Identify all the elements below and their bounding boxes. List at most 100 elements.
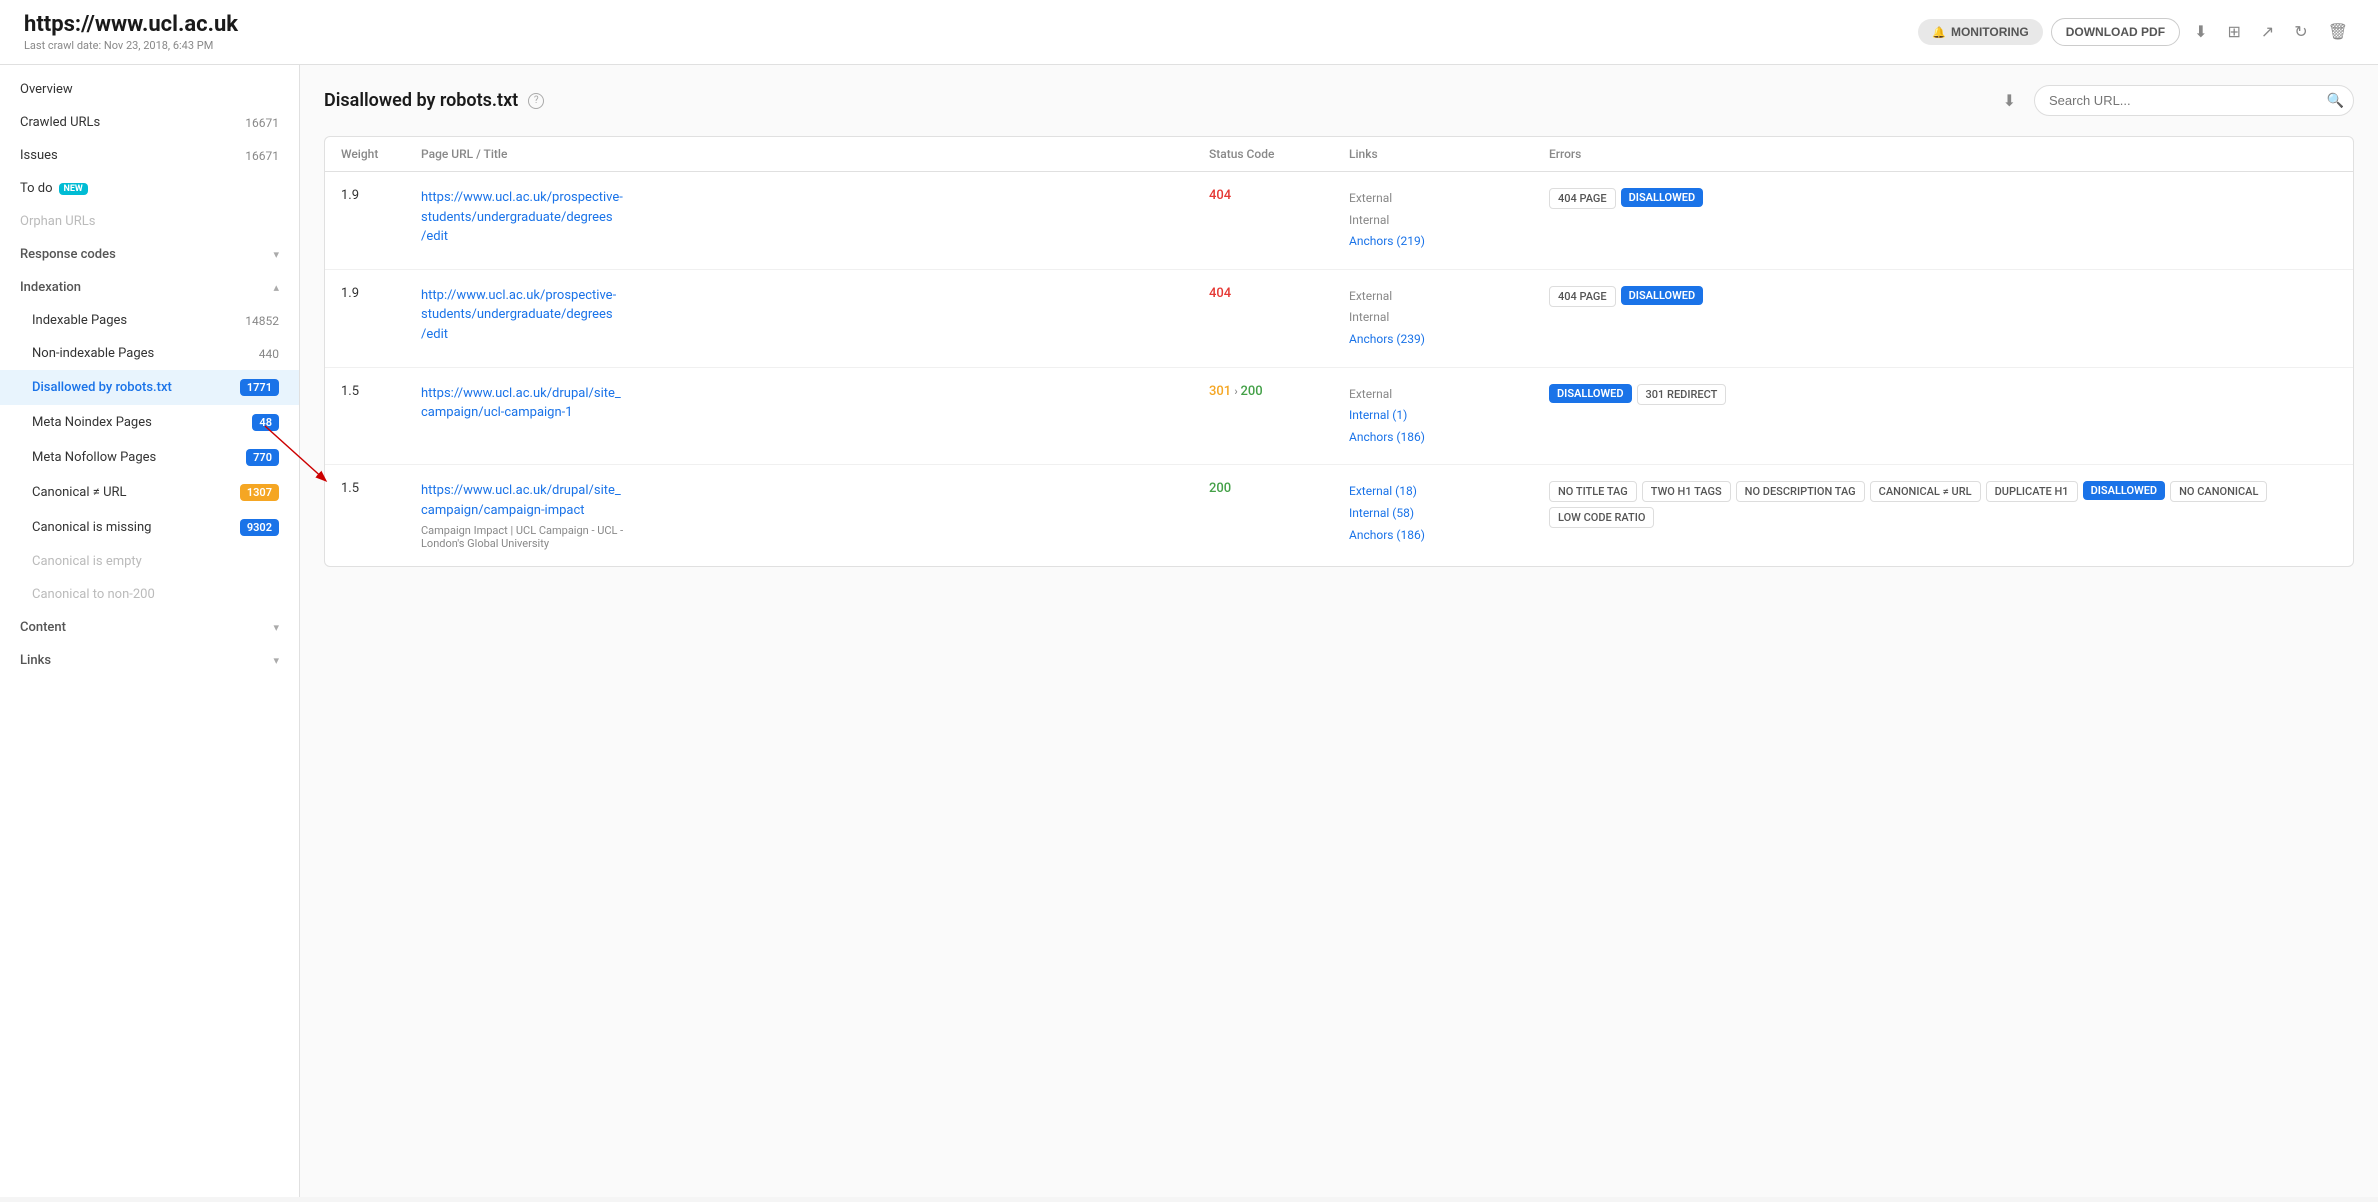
sidebar-item-issues[interactable]: Issues 16671	[0, 139, 299, 172]
link-anchors[interactable]: Anchors (186)	[1349, 528, 1425, 542]
sidebar-item-crawled-urls[interactable]: Crawled URLs 16671	[0, 106, 299, 139]
meta-nofollow-badge: 770	[246, 449, 279, 466]
table-row: 1.5 https://www.ucl.ac.uk/drupal/site_ca…	[325, 465, 2353, 566]
error-tag-disallowed: DISALLOWED	[2083, 481, 2166, 500]
sidebar-item-content[interactable]: Content ▾	[0, 611, 299, 644]
row-url: https://www.ucl.ac.uk/prospective-studen…	[421, 188, 1209, 247]
link-anchors[interactable]: Anchors (219)	[1349, 234, 1425, 248]
sidebar-item-canonical-missing[interactable]: Canonical is missing 9302	[0, 510, 299, 545]
sidebar-item-disallowed-robots[interactable]: Disallowed by robots.txt 1771	[0, 370, 299, 405]
search-button[interactable]: 🔍	[2327, 92, 2344, 109]
link-anchors[interactable]: Anchors (186)	[1349, 430, 1425, 444]
row-weight: 1.5	[341, 481, 421, 496]
meta-noindex-badge: 48	[252, 414, 279, 431]
sidebar-item-indexation[interactable]: Indexation ▴	[0, 271, 299, 304]
sidebar-item-response-codes[interactable]: Response codes ▾	[0, 238, 299, 271]
share-icon: ↗	[2261, 24, 2274, 41]
row-status: 301 › 200	[1209, 384, 1349, 399]
download-table-button[interactable]: ⬇	[2003, 91, 2016, 111]
error-tag-no-description-tag: NO DESCRIPTION TAG	[1736, 481, 1865, 502]
sidebar-item-label: Orphan URLs	[20, 214, 95, 229]
sidebar-item-label: To do	[20, 181, 53, 196]
row-url: http://www.ucl.ac.uk/prospective-student…	[421, 286, 1209, 345]
app-header: https://www.ucl.ac.uk Last crawl date: N…	[0, 0, 2378, 65]
sidebar-item-label: Meta Noindex Pages	[32, 415, 152, 430]
export-icon-button[interactable]: ⬇	[2188, 18, 2213, 46]
help-icon[interactable]: ?	[528, 93, 544, 109]
link-external: External	[1349, 286, 1549, 308]
sidebar-item-label: Canonical to non-200	[32, 587, 155, 602]
link-internal: Internal	[1349, 307, 1549, 329]
table-row: 1.5 https://www.ucl.ac.uk/drupal/site_ca…	[325, 368, 2353, 466]
sidebar-item-label: Crawled URLs	[20, 115, 100, 130]
error-tag-low-code-ratio: LOW CODE RATIO	[1549, 507, 1654, 528]
row-errors: DISALLOWED 301 REDIRECT	[1549, 384, 2337, 405]
sidebar-item-links[interactable]: Links ▾	[0, 644, 299, 677]
page-url-link[interactable]: http://www.ucl.ac.uk/prospective-student…	[421, 288, 616, 342]
sidebar-item-label: Non-indexable Pages	[32, 346, 154, 361]
main-header-right: ⬇ 🔍	[2003, 85, 2354, 116]
sidebar-item-label: Meta Nofollow Pages	[32, 450, 156, 465]
sidebar-item-canonical-neq-url[interactable]: Canonical ≠ URL 1307	[0, 475, 299, 510]
sidebar-item-label: Content	[20, 620, 66, 635]
search-input[interactable]	[2034, 85, 2354, 116]
sidebar-item-overview[interactable]: Overview	[0, 73, 299, 106]
page-url-link[interactable]: https://www.ucl.ac.uk/drupal/site_campai…	[421, 386, 621, 421]
canonical-missing-badge: 9302	[240, 519, 279, 536]
sidebar-item-label: Canonical is empty	[32, 554, 142, 569]
col-status-code: Status Code	[1209, 147, 1349, 161]
sidebar-item-count: 440	[259, 347, 279, 361]
sidebar-item-label: Response codes	[20, 247, 116, 262]
table-row: 1.9 https://www.ucl.ac.uk/prospective-st…	[325, 172, 2353, 270]
link-anchors[interactable]: Anchors (239)	[1349, 332, 1425, 346]
link-internal[interactable]: Internal (1)	[1349, 408, 1407, 422]
error-tag-404-page: 404 PAGE	[1549, 188, 1616, 209]
canonical-neq-badge: 1307	[240, 484, 279, 501]
row-links: External Internal (1) Anchors (186)	[1349, 384, 1549, 449]
sidebar-item-label: Issues	[20, 148, 58, 163]
row-errors: 404 PAGE DISALLOWED	[1549, 188, 2337, 209]
refresh-icon-button[interactable]: ↻	[2288, 18, 2313, 46]
sidebar-item-label: Indexable Pages	[32, 313, 127, 328]
search-wrapper: 🔍	[2034, 85, 2354, 116]
sidebar-item-to-do[interactable]: To do NEW	[0, 172, 299, 205]
sidebar-item-meta-nofollow[interactable]: Meta Nofollow Pages 770	[0, 440, 299, 475]
sidebar-item-label: Links	[20, 653, 51, 668]
sidebar-item-canonical-empty: Canonical is empty	[0, 545, 299, 578]
chevron-down-icon: ▾	[273, 654, 279, 667]
link-external[interactable]: External (18)	[1349, 484, 1417, 498]
link-external: External	[1349, 188, 1549, 210]
row-status: 404	[1209, 188, 1349, 203]
sidebar-item-non-indexable-pages[interactable]: Non-indexable Pages 440	[0, 337, 299, 370]
main-title-area: Disallowed by robots.txt ?	[324, 90, 544, 111]
sidebar-item-count: 14852	[245, 314, 279, 328]
layout: Overview Crawled URLs 16671 Issues 16671…	[0, 65, 2378, 1197]
main-header: Disallowed by robots.txt ? ⬇ 🔍	[324, 85, 2354, 116]
trash-icon: 🗑	[2328, 24, 2348, 41]
row-weight: 1.9	[341, 286, 421, 301]
sidebar-item-orphan-urls: Orphan URLs	[0, 205, 299, 238]
share-icon-button[interactable]: ↗	[2255, 18, 2280, 46]
link-internal[interactable]: Internal (58)	[1349, 506, 1414, 520]
col-page-url: Page URL / Title	[421, 147, 1209, 161]
sitemap-icon-button[interactable]: ⊞	[2221, 18, 2246, 46]
trash-icon-button[interactable]: 🗑	[2322, 18, 2354, 46]
col-links: Links	[1349, 147, 1549, 161]
sidebar-item-indexable-pages[interactable]: Indexable Pages 14852	[0, 304, 299, 337]
row-weight: 1.9	[341, 188, 421, 203]
page-url-link[interactable]: https://www.ucl.ac.uk/drupal/site_campai…	[421, 483, 621, 518]
monitoring-button[interactable]: 🔔 MONITORING	[1918, 19, 2042, 45]
error-tag-canonical-neq-url: CANONICAL ≠ URL	[1870, 481, 1981, 502]
disallowed-count-badge: 1771	[240, 379, 279, 396]
sidebar-item-count: 16671	[245, 116, 279, 130]
header-actions: 🔔 MONITORING DOWNLOAD PDF ⬇ ⊞ ↗ ↻ 🗑	[1918, 18, 2354, 46]
row-links: External Internal Anchors (239)	[1349, 286, 1549, 351]
download-pdf-button[interactable]: DOWNLOAD PDF	[2051, 18, 2180, 46]
row-status: 200	[1209, 481, 1349, 496]
sidebar-item-label: Overview	[20, 82, 73, 97]
sidebar-item-meta-noindex[interactable]: Meta Noindex Pages 48	[0, 405, 299, 440]
sidebar-item-count: 16671	[245, 149, 279, 163]
row-links: External (18) Internal (58) Anchors (186…	[1349, 481, 1549, 546]
page-url-link[interactable]: https://www.ucl.ac.uk/prospective-studen…	[421, 190, 623, 244]
last-crawl: Last crawl date: Nov 23, 2018, 6:43 PM	[24, 39, 238, 52]
